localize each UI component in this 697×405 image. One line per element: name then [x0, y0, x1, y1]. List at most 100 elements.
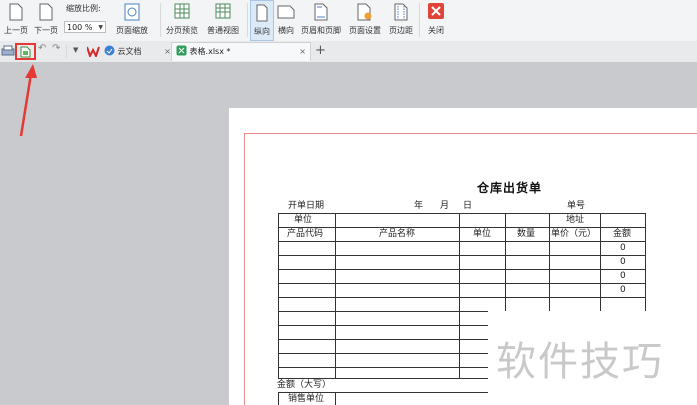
spreadsheet-file-icon: [176, 45, 187, 56]
grid-line: [278, 255, 646, 256]
grid-line: [335, 392, 336, 405]
amount-cell: 0: [620, 243, 626, 253]
grid-line: [278, 297, 646, 298]
page-setup-label: 页面设置: [349, 26, 381, 35]
header-footer-label: 页眉和页脚: [301, 26, 341, 35]
page-zoom-button[interactable]: 页面缩放: [108, 0, 156, 41]
new-tab-button[interactable]: +: [315, 43, 326, 58]
document-tab-bar: ↶ ↷ ▼ 云文档 × 表格.xlsx * × +: [0, 41, 697, 63]
undo-icon[interactable]: ↶: [38, 43, 46, 54]
prev-page-label: 上一页: [4, 26, 28, 35]
print-preview-icon[interactable]: [20, 46, 31, 58]
header-product-name: 产品名称: [379, 229, 416, 239]
grid-line: [335, 213, 336, 378]
portrait-button[interactable]: 纵向: [250, 0, 274, 41]
grid-line: [278, 392, 279, 405]
doc-no-label: 单号: [567, 201, 586, 211]
redo-icon[interactable]: ↷: [52, 43, 60, 54]
close-tab-icon[interactable]: ×: [164, 47, 171, 56]
page-margin-line: [244, 133, 697, 134]
header-product-code: 产品代码: [287, 229, 324, 239]
zoom-label: 缩放比例:: [66, 4, 101, 13]
header-amount: 金额: [613, 229, 632, 239]
print-preview-ribbon: 上一页 下一页 缩放比例: 100 % ▼ 页面缩放 分页预览 普通视图 纵向 横…: [0, 0, 697, 42]
amount-in-words-label: 金额（大写）: [277, 380, 332, 390]
amount-cell: 0: [620, 257, 626, 267]
close-label: 关闭: [428, 26, 444, 35]
table-icon: [215, 3, 231, 19]
grid-line: [278, 311, 488, 312]
header-footer-button[interactable]: 页眉和页脚: [298, 0, 344, 41]
zoom-icon: [124, 3, 140, 21]
grid-line: [278, 283, 646, 284]
wps-logo-icon[interactable]: [87, 46, 100, 57]
zoom-select[interactable]: 100 % ▼: [64, 21, 106, 33]
portrait-label: 纵向: [254, 27, 270, 36]
dropdown-arrow-icon: ▼: [98, 24, 103, 31]
landscape-icon: [277, 5, 295, 19]
next-page-label: 下一页: [34, 26, 58, 35]
grid-line: [459, 213, 460, 378]
page-zoom-label: 页面缩放: [116, 26, 148, 35]
unit-label: 单位: [294, 215, 313, 225]
header-quantity: 数量: [517, 229, 536, 239]
close-tab-icon[interactable]: ×: [299, 43, 306, 61]
normal-view-label: 普通视图: [207, 26, 239, 35]
page-break-preview-button[interactable]: 分页预览: [163, 0, 201, 41]
tab-label: 云文档: [117, 47, 142, 56]
sales-unit-label: 销售单位: [288, 394, 325, 404]
grid-line: [278, 213, 279, 379]
margins-button[interactable]: 页边距: [386, 0, 416, 41]
header-unit: 单位: [473, 229, 492, 239]
prev-page-button[interactable]: 上一页: [2, 0, 30, 41]
header-footer-icon: [314, 3, 328, 21]
tab-label: 表格.xlsx *: [189, 47, 231, 56]
divider: [66, 45, 67, 58]
grid-line: [278, 213, 646, 214]
landscape-button[interactable]: 横向: [275, 0, 297, 41]
page-icon: [39, 3, 53, 21]
open-date-label: 开单日期: [288, 201, 325, 211]
annotation-arrow: [19, 64, 37, 137]
month-label: 月: [440, 201, 450, 211]
year-label: 年: [414, 201, 424, 211]
grid-icon: [174, 3, 190, 19]
zoom-value: 100 %: [67, 23, 93, 32]
grid-line: [278, 339, 488, 340]
portrait-icon: [256, 4, 268, 22]
day-label: 日: [463, 201, 473, 211]
cloud-doc-icon: [104, 45, 115, 56]
grid-line: [278, 325, 488, 326]
grid-line: [278, 367, 488, 368]
page-margin-line: [244, 133, 245, 405]
grid-line: [600, 213, 601, 311]
amount-cell: 0: [620, 271, 626, 281]
print-icon[interactable]: [0, 45, 16, 58]
grid-line: [278, 227, 646, 228]
page-setup-icon: [357, 3, 372, 21]
watermark-text: 软件技巧: [496, 339, 664, 385]
grid-line: [505, 213, 506, 311]
divider: [247, 3, 248, 37]
next-page-button[interactable]: 下一页: [31, 0, 61, 41]
page-break-preview-label: 分页预览: [166, 26, 198, 35]
divider: [419, 3, 420, 37]
sheet-title: 仓库出货单: [477, 181, 543, 195]
page-icon: [9, 3, 23, 21]
page-setup-button[interactable]: 页面设置: [347, 0, 383, 41]
dropdown-arrow-icon[interactable]: ▼: [73, 46, 78, 54]
normal-view-button[interactable]: 普通视图: [202, 0, 244, 41]
tab-spreadsheet-file[interactable]: 表格.xlsx * ×: [171, 42, 311, 61]
close-preview-button[interactable]: 关闭: [424, 0, 448, 41]
margins-label: 页边距: [389, 26, 413, 35]
grid-line: [278, 269, 646, 270]
tab-cloud-docs[interactable]: 云文档 ×: [104, 44, 171, 60]
close-icon: [428, 3, 444, 19]
watermark: 软件技巧: [488, 311, 697, 405]
landscape-label: 横向: [278, 26, 294, 35]
grid-line: [549, 213, 550, 311]
grid-line: [645, 213, 646, 311]
address-label: 地址: [566, 215, 585, 225]
grid-line: [278, 392, 488, 393]
divider: [160, 3, 161, 37]
